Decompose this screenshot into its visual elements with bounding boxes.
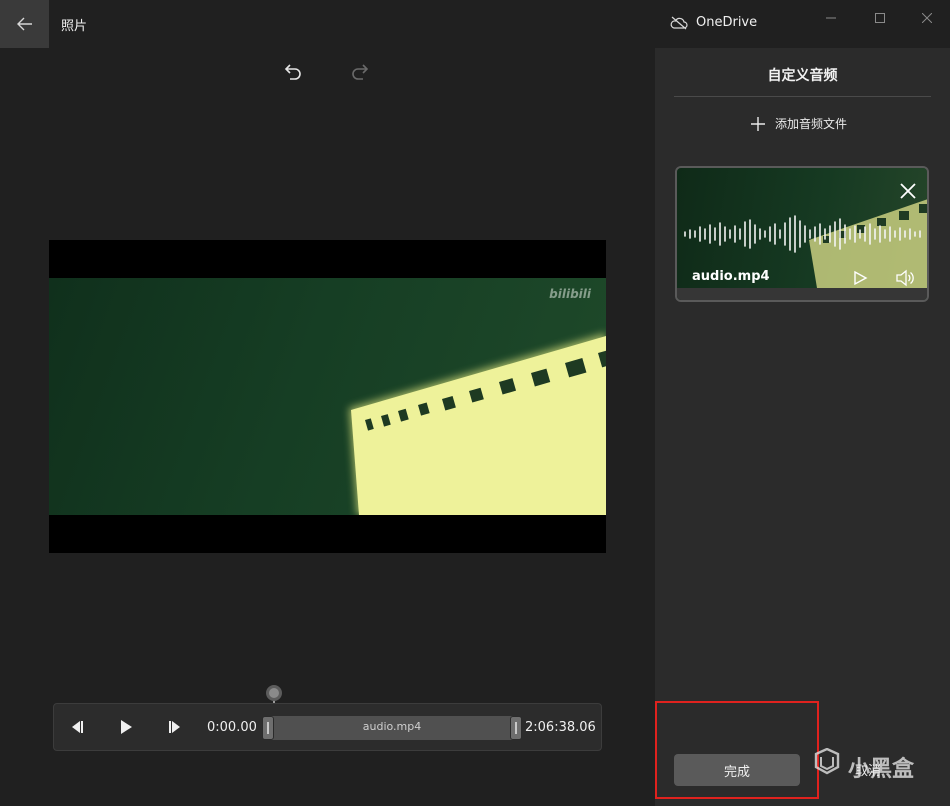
redo-icon — [352, 64, 369, 80]
custom-audio-panel: 自定义音频 添加音频文件 audio.mp4 — [655, 48, 950, 806]
maximize-button[interactable] — [870, 8, 890, 28]
back-button[interactable] — [0, 0, 49, 48]
audio-file-card[interactable]: audio.mp4 — [675, 166, 929, 302]
end-time: 2:06:38.06 — [525, 720, 596, 735]
xiaoheihe-wordmark: 小黑盒 — [848, 756, 915, 782]
cloud-off-icon — [670, 16, 688, 29]
highlight-box — [655, 701, 819, 799]
trim-start-handle[interactable] — [262, 716, 274, 740]
minimize-button[interactable] — [821, 8, 841, 28]
remove-audio-button[interactable] — [899, 182, 917, 200]
playhead-handle[interactable] — [266, 685, 282, 701]
undo-button[interactable] — [281, 62, 303, 84]
next-frame-button[interactable] — [166, 718, 184, 736]
audio-track-trim[interactable]: audio.mp4 — [262, 716, 522, 740]
play-button[interactable] — [117, 718, 135, 736]
playback-bar: 0:00.00 audio.mp4 2:06:38.06 — [53, 703, 602, 751]
title-bar: 照片 OneDrive — [0, 0, 950, 48]
app-title: 照片 — [61, 19, 88, 34]
audio-play-button[interactable] — [852, 270, 868, 286]
undo-icon — [284, 64, 301, 80]
add-audio-label: 添加音频文件 — [775, 117, 848, 131]
film-strip-graphic — [349, 333, 606, 515]
xiaoheihe-logo: 小黑盒 — [814, 748, 915, 782]
onedrive-status[interactable]: OneDrive — [670, 15, 757, 30]
start-time: 0:00.00 — [207, 720, 257, 735]
onedrive-label: OneDrive — [696, 15, 758, 30]
audio-card-footer — [677, 288, 927, 300]
panel-divider — [674, 96, 931, 97]
previous-frame-button[interactable] — [68, 718, 86, 736]
track-label: audio.mp4 — [362, 720, 422, 733]
bilibili-watermark: bilibili — [549, 287, 591, 301]
close-window-button[interactable] — [917, 8, 937, 28]
minimize-icon — [826, 17, 836, 19]
close-icon — [922, 13, 932, 23]
volume-icon — [896, 269, 914, 287]
trim-end-handle[interactable] — [510, 716, 522, 740]
maximize-icon — [875, 13, 885, 23]
plus-icon — [751, 116, 765, 131]
close-icon — [900, 183, 916, 199]
audio-volume-button[interactable] — [895, 269, 915, 287]
video-preview: bilibili — [49, 240, 606, 553]
audio-file-name: audio.mp4 — [692, 269, 770, 284]
arrow-left-icon — [16, 17, 32, 31]
redo-button[interactable] — [350, 62, 372, 84]
step-forward-icon — [169, 721, 180, 733]
video-frame-image: bilibili — [49, 278, 606, 515]
play-outline-icon — [854, 270, 868, 286]
add-audio-file-button[interactable]: 添加音频文件 — [751, 115, 847, 132]
play-icon — [121, 720, 132, 734]
waveform-graphic — [684, 215, 921, 253]
panel-title: 自定义音频 — [767, 68, 838, 84]
step-back-icon — [72, 721, 83, 733]
